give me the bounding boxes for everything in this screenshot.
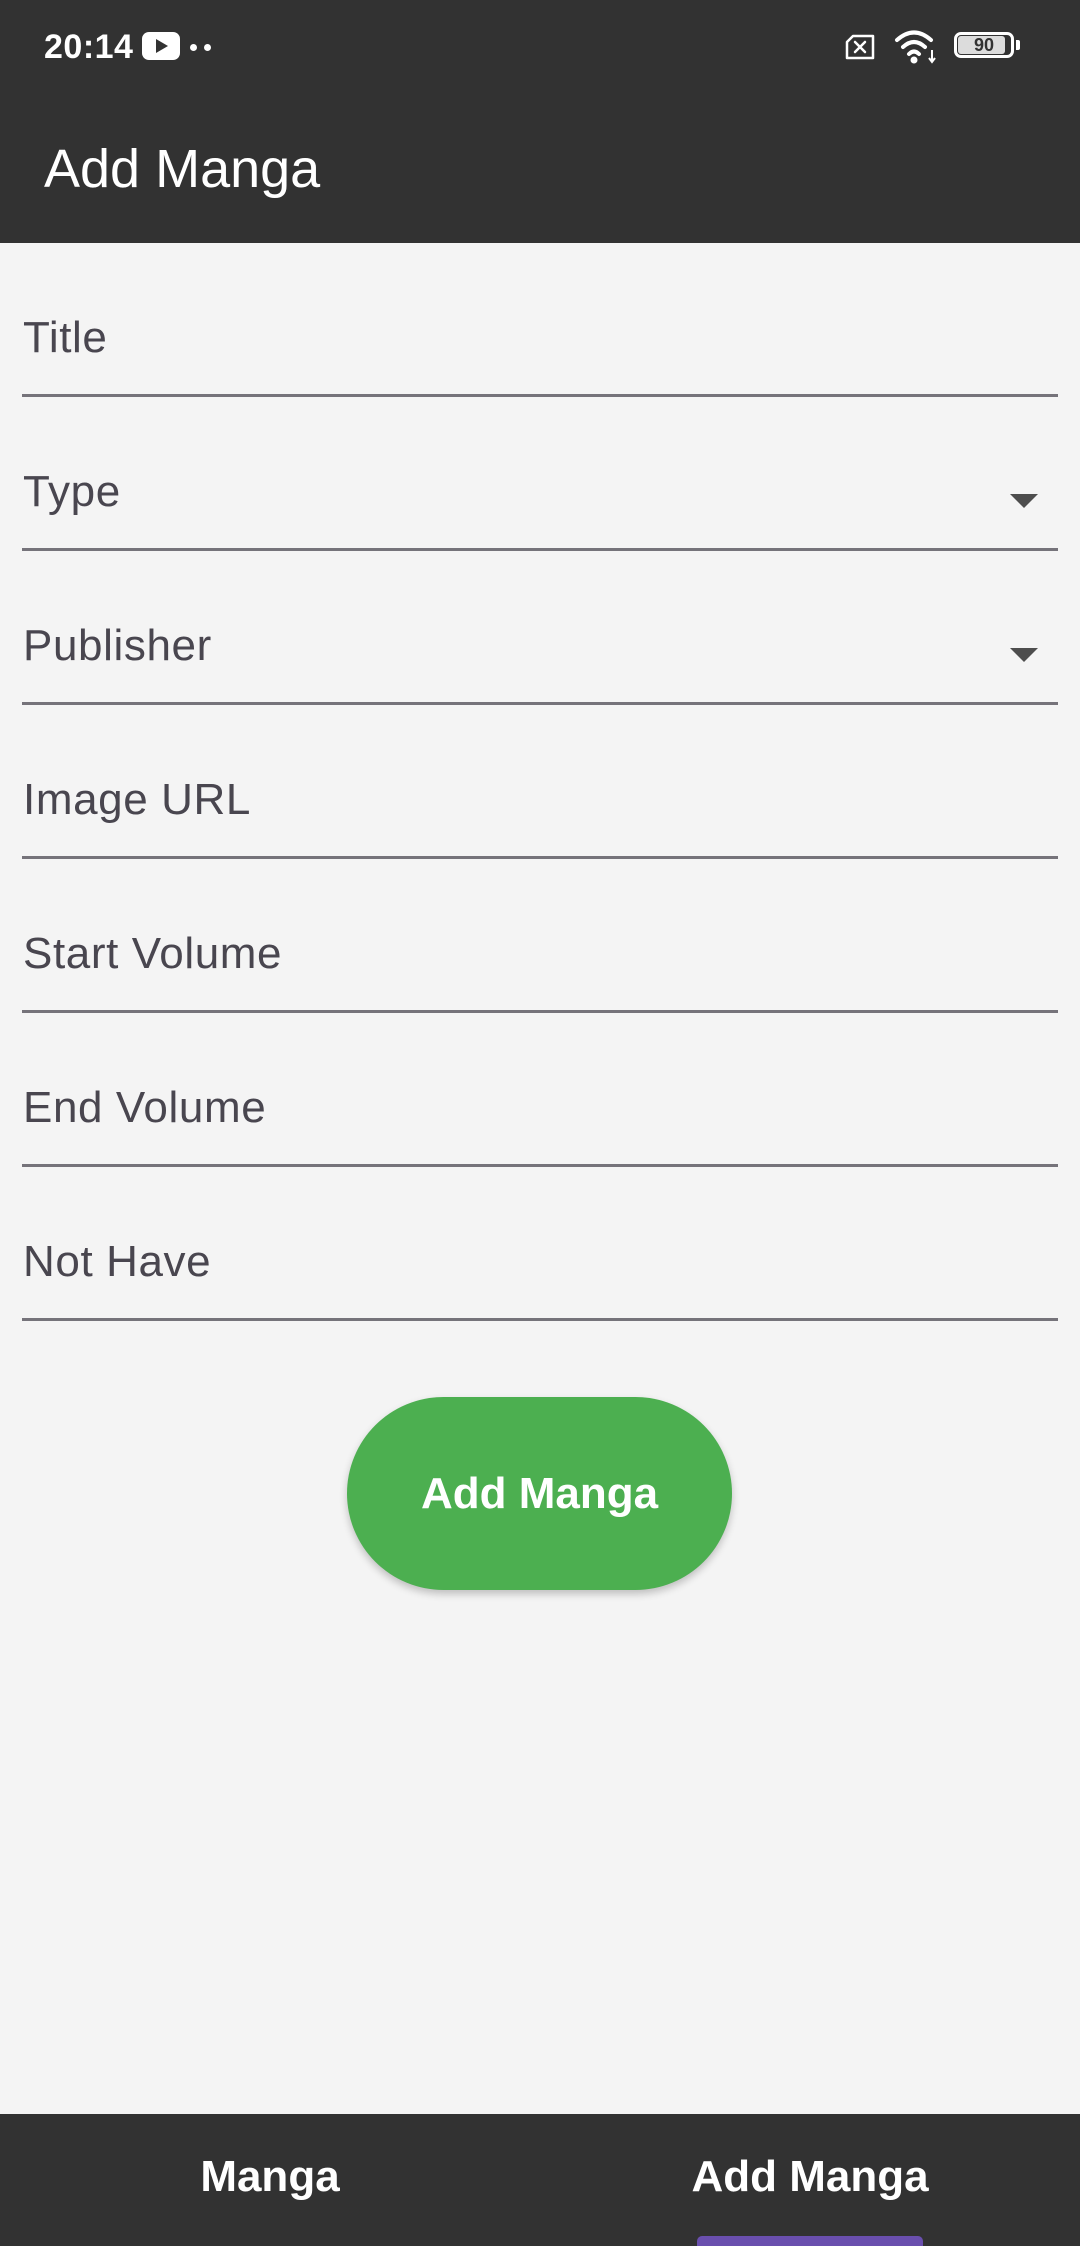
status-bar: 20:14 90: [0, 0, 1080, 96]
battery-level: 90: [973, 35, 995, 55]
battery-icon: 90: [954, 32, 1024, 62]
start-volume-input[interactable]: [22, 915, 986, 997]
page-title: Add Manga: [44, 139, 321, 199]
add-manga-button[interactable]: Add Manga: [347, 1397, 732, 1590]
more-notifications-icon: [190, 44, 214, 52]
caret-down-icon[interactable]: [1010, 648, 1038, 662]
tab-manga[interactable]: Manga: [0, 2114, 540, 2246]
type-label: Type: [23, 467, 121, 516]
not-have-underline: [22, 1318, 1058, 1321]
caret-down-icon[interactable]: [1010, 494, 1038, 508]
title-input[interactable]: [22, 299, 986, 381]
no-sim-icon: [844, 34, 876, 60]
bottom-nav: Manga Add Manga: [0, 2114, 1080, 2246]
image-url-input[interactable]: [22, 761, 986, 843]
end-volume-field[interactable]: End Volume: [22, 1013, 1058, 1167]
wifi-icon: [894, 28, 940, 66]
not-have-field[interactable]: Not Have: [22, 1167, 1058, 1321]
image-url-field[interactable]: Image URL: [22, 705, 1058, 859]
publisher-label: Publisher: [23, 621, 212, 670]
battery-tip: [1016, 40, 1020, 50]
selected-tab-indicator: [697, 2236, 923, 2246]
end-volume-input[interactable]: [22, 1069, 986, 1151]
publisher-dropdown[interactable]: Publisher: [22, 551, 1058, 705]
youtube-notification-icon: [142, 32, 180, 60]
tab-add-manga[interactable]: Add Manga: [540, 2114, 1080, 2246]
not-have-input[interactable]: [22, 1223, 986, 1305]
title-field[interactable]: Title: [22, 243, 1058, 397]
app-bar: Add Manga: [0, 96, 1080, 243]
type-dropdown[interactable]: Type: [22, 397, 1058, 551]
start-volume-field[interactable]: Start Volume: [22, 859, 1058, 1013]
status-time: 20:14: [44, 28, 134, 66]
